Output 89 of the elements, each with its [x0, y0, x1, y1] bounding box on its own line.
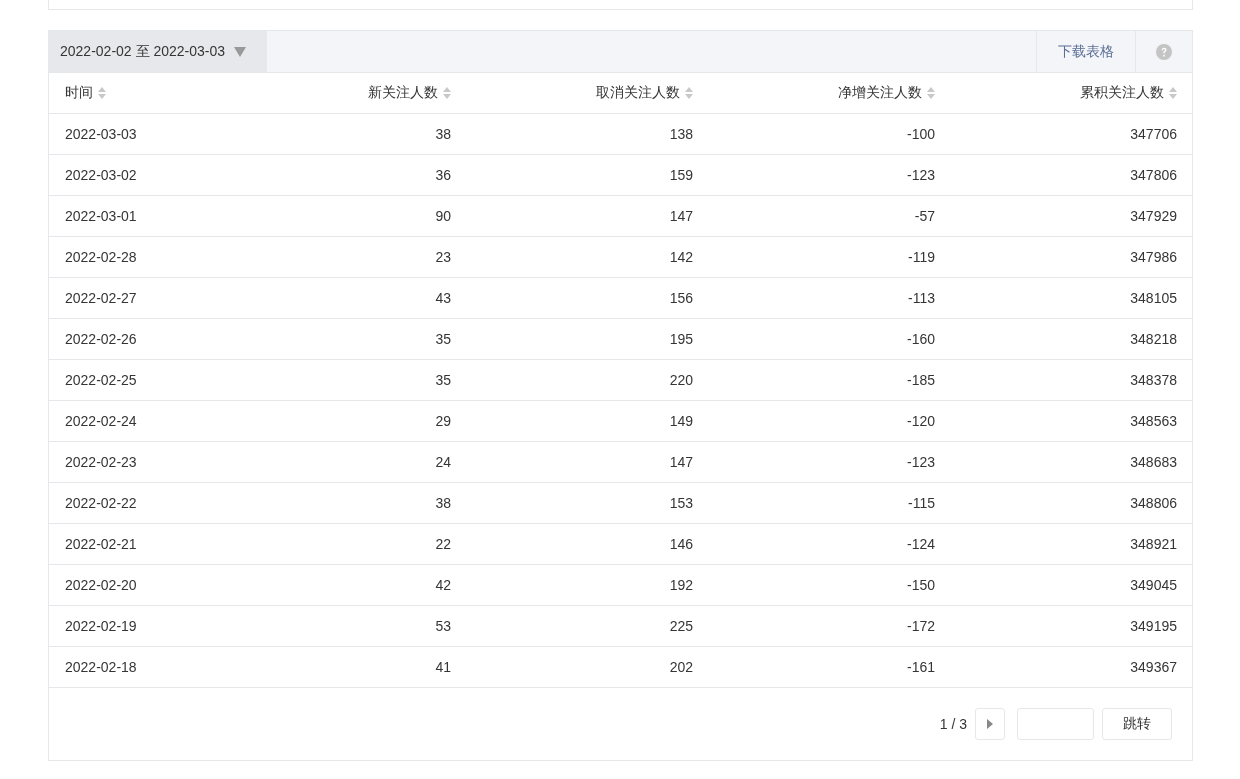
- table-cell: -113: [908, 290, 935, 306]
- table-cell: 2022-02-26: [65, 331, 137, 347]
- table-cell: -57: [914, 208, 935, 224]
- jump-button[interactable]: 跳转: [1102, 708, 1172, 740]
- table-cell: 2022-03-01: [65, 208, 137, 224]
- table-cell: 41: [435, 659, 451, 675]
- table-cell: 349045: [1130, 577, 1177, 593]
- table-cell: 347806: [1130, 167, 1177, 183]
- column-header[interactable]: 累积关注人数: [1080, 84, 1164, 102]
- table-cell: 35: [435, 372, 451, 388]
- table-cell: 159: [669, 167, 693, 183]
- table-cell: 22: [435, 536, 451, 552]
- table-cell: 2022-02-27: [65, 290, 137, 306]
- table-cell: 348921: [1130, 536, 1177, 552]
- table-cell: 2022-02-21: [65, 536, 137, 552]
- help-icon[interactable]: [1156, 43, 1172, 60]
- table-cell: 348563: [1130, 413, 1177, 429]
- table-cell: 348806: [1130, 495, 1177, 511]
- table-cell: 347706: [1130, 126, 1177, 142]
- play-icon: [987, 719, 993, 729]
- table-cell: 42: [435, 577, 451, 593]
- table-cell: -172: [906, 618, 935, 634]
- column-header[interactable]: 新关注人数: [368, 84, 438, 102]
- table-cell: 36: [435, 167, 451, 183]
- table-cell: 43: [435, 290, 451, 306]
- table-cell: 347986: [1130, 249, 1177, 265]
- table-cell: 38: [435, 495, 451, 511]
- table-cell: 2022-02-19: [65, 618, 137, 634]
- table-cell: 2022-02-25: [65, 372, 137, 388]
- column-header[interactable]: 取消关注人数: [596, 84, 680, 102]
- sort-icon[interactable]: [443, 87, 451, 99]
- table-cell: -150: [906, 577, 935, 593]
- table-cell: 2022-02-22: [65, 495, 137, 511]
- sort-icon[interactable]: [685, 87, 693, 99]
- table-cell: 2022-02-20: [65, 577, 137, 593]
- table-cell: -124: [906, 536, 935, 552]
- sort-icon[interactable]: [98, 87, 106, 99]
- column-header[interactable]: 时间: [65, 84, 93, 102]
- table-cell: 38: [435, 126, 451, 142]
- table-cell: 2022-02-18: [65, 659, 137, 675]
- table-cell: 349195: [1130, 618, 1177, 634]
- page-indicator: 1 / 3: [939, 716, 967, 732]
- table-cell: 195: [669, 331, 693, 347]
- download-table-link[interactable]: 下载表格: [1036, 31, 1135, 72]
- table-cell: 142: [669, 249, 693, 265]
- table-cell: -100: [906, 126, 935, 142]
- table-cell: 347929: [1130, 208, 1177, 224]
- table-cell: 147: [669, 208, 693, 224]
- table-cell: 35: [435, 331, 451, 347]
- table-cell: 23: [435, 249, 451, 265]
- page-input-field[interactable]: [1017, 708, 1094, 740]
- table-cell: 220: [669, 372, 693, 388]
- table-cell: 153: [669, 495, 693, 511]
- table-cell: 348105: [1130, 290, 1177, 306]
- table-cell: 2022-02-24: [65, 413, 137, 429]
- next-page-button[interactable]: [975, 708, 1005, 740]
- table-cell: -119: [908, 249, 935, 265]
- table-cell: -123: [906, 167, 935, 183]
- table-cell: -123: [906, 454, 935, 470]
- table-cell: -160: [906, 331, 935, 347]
- table-cell: 348683: [1130, 454, 1177, 470]
- table-cell: 149: [669, 413, 693, 429]
- table-cell: 138: [669, 126, 693, 142]
- sort-icon[interactable]: [1169, 87, 1177, 99]
- table-cell: 225: [669, 618, 693, 634]
- table-cell: 29: [435, 413, 451, 429]
- table-cell: 156: [669, 290, 693, 306]
- table-cell: 2022-03-03: [65, 126, 137, 142]
- table-cell: 24: [435, 454, 451, 470]
- table-cell: 192: [669, 577, 693, 593]
- table-cell: 2022-02-23: [65, 454, 137, 470]
- table-cell: -115: [908, 495, 935, 511]
- table-cell: 348378: [1130, 372, 1177, 388]
- table-cell: -120: [906, 413, 935, 429]
- table-cell: 146: [669, 536, 693, 552]
- table-cell: 147: [669, 454, 693, 470]
- table-cell: 2022-02-28: [65, 249, 137, 265]
- table-cell: 53: [435, 618, 451, 634]
- table-cell: 2022-03-02: [65, 167, 137, 183]
- table-cell: 90: [435, 208, 451, 224]
- table-cell: -161: [906, 659, 935, 675]
- sort-icon[interactable]: [927, 87, 935, 99]
- table-cell: 348218: [1130, 331, 1177, 347]
- date-range-dropdown[interactable]: 2022-02-02 至 2022-03-03: [49, 31, 267, 72]
- table-cell: 349367: [1130, 659, 1177, 675]
- column-header[interactable]: 净增关注人数: [838, 84, 922, 102]
- caret-icon: [234, 46, 246, 57]
- table-cell: 202: [669, 659, 693, 675]
- table-cell: -185: [906, 372, 935, 388]
